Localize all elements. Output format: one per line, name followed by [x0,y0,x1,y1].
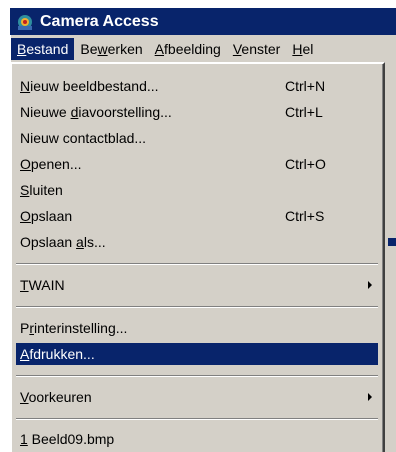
bestand-dropdown-menu: Nieuw beeldbestand... Ctrl+N Nieuwe diav… [10,62,385,452]
menu-bewerken[interactable]: Bewerken [74,38,148,60]
menu-item-save[interactable]: Opslaan Ctrl+S [16,205,378,227]
label-part: P [20,320,30,336]
title-bar: Camera Access [10,8,396,35]
menu-mnemonic: H [292,40,303,57]
label-part: oorkeuren [28,389,92,405]
mnemonic: A [20,346,30,362]
label-part: ls... [83,234,106,250]
menu-separator [16,263,378,265]
menu-item-label: Nieuw contactblad... [20,130,146,146]
label-part: ieuw beeldbestand... [30,78,159,94]
menu-bestand[interactable]: Bestand [11,37,75,60]
menu-mnemonic: A [154,40,165,57]
menu-item-save-as[interactable]: Opslaan als... [16,231,378,253]
background-window-fragment [388,238,396,246]
menu-help[interactable]: Hel [286,38,319,60]
label-part: WAIN [28,277,65,293]
label-part: interinstelling... [34,320,128,336]
menu-separator [16,306,378,308]
menu-item-printer-setup[interactable]: Printerinstelling... [16,317,378,339]
menu-item-close[interactable]: Sluiten [16,179,378,201]
menu-item-new-contact-sheet[interactable]: Nieuw contactblad... [16,127,378,149]
menu-label-part: estand [26,40,69,57]
label-part: iavoorstelling... [78,104,172,120]
label-part: Beeld09.bmp [27,431,115,447]
menu-item-new-slideshow[interactable]: Nieuwe diavoorstelling... Ctrl+L [16,101,378,123]
camera-access-app-icon [16,13,34,31]
mnemonic: N [20,78,31,94]
mnemonic: O [20,156,31,172]
menu-bar: Bestand Bewerken Afbeelding Venster Hel [10,35,396,62]
mnemonic: a [76,234,84,250]
menu-afbeelding[interactable]: Afbeelding [149,38,227,60]
menu-venster[interactable]: Venster [227,38,287,60]
menu-item-label: Afdrukken... [20,346,95,362]
label-part: fdrukken... [29,346,95,362]
submenu-arrow-icon [368,281,372,289]
label-part: Nieuwe [20,104,71,120]
menu-item-label: Voorkeuren [20,389,92,405]
application-window: Camera Access Bestand Bewerken Afbeeldin… [0,0,396,452]
mnemonic: V [20,389,29,405]
window-title: Camera Access [40,12,159,30]
mnemonic: 1 [20,431,28,447]
menu-separator [16,418,378,420]
mnemonic: T [20,277,29,293]
menu-item-label: Nieuw beeldbestand... [20,78,159,94]
menu-item-label: Opslaan [20,208,72,224]
menu-item-shortcut: Ctrl+S [285,208,325,224]
label-part: penen... [30,156,82,172]
menu-label-part: fbeelding [164,40,221,57]
menu-item-print[interactable]: Afdrukken... [16,343,378,365]
menu-item-label: TWAIN [20,277,65,293]
menu-item-label: Openen... [20,156,82,172]
mnemonic: O [20,208,31,224]
menu-item-shortcut: Ctrl+O [285,156,326,172]
menu-mnemonic: B [17,40,27,57]
menu-label-part: Be [80,40,98,57]
menu-item-preferences[interactable]: Voorkeuren [16,386,378,408]
menu-item-shortcut: Ctrl+L [285,104,323,120]
menu-item-label: Opslaan als... [20,234,106,250]
menu-item-label: Printerinstelling... [20,320,127,336]
label-part: Nieuw contactblad... [20,130,147,146]
menu-mnemonic: w [97,40,108,57]
menu-label-part: el [302,40,314,57]
submenu-arrow-icon [368,393,372,401]
menu-item-shortcut: Ctrl+N [285,78,326,94]
menu-item-new-image[interactable]: Nieuw beeldbestand... Ctrl+N [16,75,378,97]
label-part: pslaan [30,208,73,224]
background-window-edge [385,62,396,452]
menu-item-twain[interactable]: TWAIN [16,274,378,296]
menu-item-label: Sluiten [20,182,63,198]
label-part: luiten [29,182,63,198]
mnemonic: S [20,182,30,198]
menu-item-label: 1 Beeld09.bmp [20,431,114,447]
label-part: Opslaan [20,234,77,250]
menu-label-part: enster [241,40,281,57]
menu-separator [16,375,378,377]
menu-item-recent-file[interactable]: 1 Beeld09.bmp [16,428,378,450]
menu-label-part: erken [107,40,143,57]
menu-item-label: Nieuwe diavoorstelling... [20,104,172,120]
menu-item-open[interactable]: Openen... Ctrl+O [16,153,378,175]
